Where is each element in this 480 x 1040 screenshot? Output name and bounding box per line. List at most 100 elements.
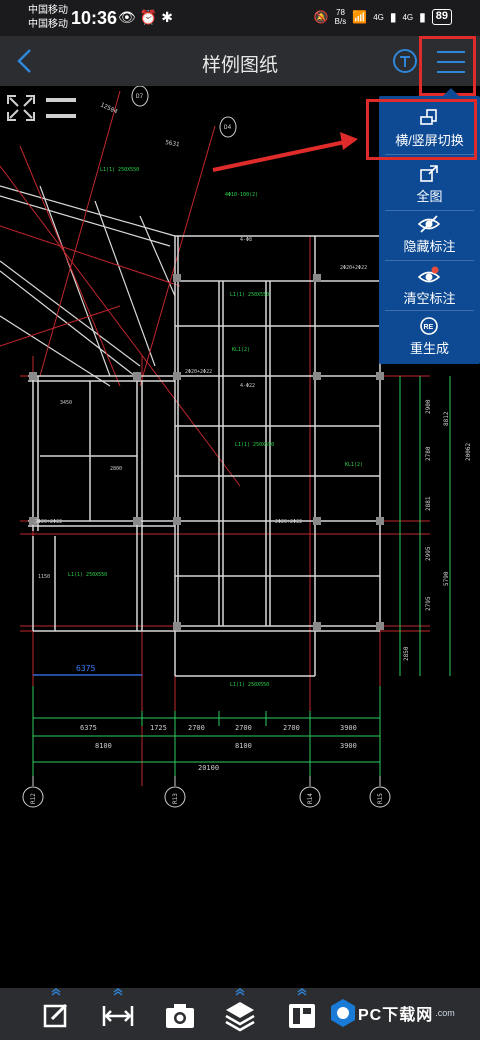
layout-button[interactable] <box>284 988 320 1034</box>
alarm-icon: ⏰ <box>139 9 158 25</box>
rebar-2: 4-Φ22 <box>240 383 255 389</box>
top-axis-bubbles <box>131 86 237 138</box>
axis-r14: R14 <box>307 793 314 804</box>
right-dimension-labels: 2900 2780 2881 2995 2795 2850 8812 20062… <box>403 399 472 661</box>
dim-row1-4: 2700 <box>235 724 252 732</box>
top-dim-1: 12504 <box>99 101 119 115</box>
chevron-up-icon <box>51 988 61 996</box>
status-icons-left: 👁 ⏰ ✱ <box>118 9 173 26</box>
dim-2800: 2800 <box>110 466 122 472</box>
axis-r13: R13 <box>172 793 179 804</box>
dim-right-6: 2850 <box>403 646 410 661</box>
dim-row2-1: 8100 <box>95 742 112 750</box>
red-arrow-annotation <box>212 132 358 172</box>
annot-5: KL1(2) <box>345 462 363 468</box>
signal-2-icon: ▮ <box>419 10 426 24</box>
highlight-box <box>366 99 477 160</box>
menu-item-hide-annotations[interactable]: 隐藏标注 <box>379 208 480 260</box>
layers-icon <box>225 1002 255 1032</box>
carrier-2: 中国移动 <box>28 19 68 30</box>
beam-annotations: 4Φ10-100(2) L1(1) 250X550 KL1(2) L1(1) 2… <box>68 167 363 688</box>
dim-total: 20100 <box>198 764 219 772</box>
annot-1: 4Φ10-100(2) <box>225 192 258 198</box>
annot-2: L1(1) 250X550 <box>230 292 269 298</box>
signal-2-label: 4G <box>402 12 414 22</box>
menu-item-clear-annotations[interactable]: 清空标注 <box>379 260 480 312</box>
rebar-labels: 4-Φ8 4-Φ22 2Φ20+2Φ22 2Φ20+2Φ22 2Φ20+2Φ22… <box>35 237 367 580</box>
clock: 10:36 <box>71 8 118 28</box>
axis-d7: D7 <box>136 93 144 100</box>
menu-item-full-view-label: 全图 <box>416 189 443 204</box>
structural-walls <box>28 235 381 677</box>
annot-6: L1(1) 250X550 <box>68 572 107 578</box>
dim-3450: 3450 <box>60 400 72 406</box>
annot-7: L1(1) 250X550 <box>230 682 269 688</box>
dim-row1-1: 6375 <box>80 724 97 732</box>
annot-3: KL1(2) <box>232 347 250 353</box>
menu-item-regenerate-label: 重生成 <box>409 341 449 356</box>
rebar-6: 2Φ20+2Φ22 <box>340 265 367 271</box>
battery-indicator: 89 <box>431 9 452 25</box>
menu-icon <box>437 51 465 53</box>
clear-eye-icon <box>418 266 440 283</box>
dim-right-outer-1: 8812 <box>443 411 450 426</box>
signal-1-label: 4G <box>373 12 384 22</box>
menu-item-hide-annotations-label: 隐藏标注 <box>403 239 456 254</box>
menu-icon-bar-3 <box>437 71 465 73</box>
rebar-1: 4-Φ8 <box>240 237 252 243</box>
dim-row1-2: 1725 <box>150 724 167 732</box>
dim-1150: 1150 <box>38 574 50 580</box>
zoom-fit-icon[interactable] <box>7 95 35 121</box>
top-dim-2: 5631 <box>165 139 181 148</box>
dim-row2-3: 3900 <box>340 742 357 750</box>
scale-bar-2 <box>46 114 76 118</box>
status-bar: 中国移动 中国移动 10:36 👁 ⏰ ✱ 🔕 78 B/s 📶 4G ▮ 4G… <box>0 0 480 36</box>
edit-button[interactable] <box>38 988 74 1034</box>
svg-text:RE: RE <box>424 324 434 331</box>
eye-icon: 👁 <box>118 9 136 25</box>
chevron-up-icon <box>113 988 123 996</box>
watermark-logo-icon <box>331 999 355 1027</box>
bluetooth-icon: ✱ <box>161 9 173 25</box>
text-tool-icon[interactable] <box>392 48 418 74</box>
top-dims: 12504 5631 <box>99 101 180 148</box>
scale-bar <box>46 98 76 102</box>
rebar-3: 2Φ20+2Φ22 <box>185 369 212 375</box>
hide-eye-icon <box>418 215 440 233</box>
watermark-text: PC下载网 <box>358 1007 434 1024</box>
dim-right-5: 2795 <box>425 596 432 611</box>
dim-row2-2: 8100 <box>235 742 252 750</box>
rebar-5: 2Φ20+2Φ22 <box>35 519 62 525</box>
signal-1-icon: ▮ <box>389 10 397 24</box>
camera-button[interactable] <box>162 998 198 1034</box>
watermark: PC下载网 .com <box>330 998 455 1028</box>
wifi-icon: 📶 <box>352 10 368 24</box>
chevron-up-icon <box>297 988 307 996</box>
measure-icon <box>102 1006 134 1026</box>
annot-4: L1(1) 250X550 <box>235 442 274 448</box>
dimension-labels: 6375 1725 2700 2700 2700 3900 8100 8100 … <box>80 724 357 772</box>
menu-item-regenerate[interactable]: RE 重生成 <box>379 310 480 362</box>
menu-item-full-view[interactable]: 全图 <box>379 158 480 210</box>
axis-d4: D4 <box>224 124 232 131</box>
layout-icon <box>289 1004 315 1028</box>
menu-item-clear-annotations-label: 清空标注 <box>403 291 456 306</box>
net-speed: 78 B/s <box>335 8 347 26</box>
edit-icon <box>43 1003 68 1028</box>
full-view-icon <box>420 165 438 182</box>
dim-right-3: 2881 <box>425 496 432 511</box>
axis-bubbles <box>22 776 391 808</box>
carrier-1: 中国移动 <box>28 5 68 16</box>
annot-8: L1(1) 250X550 <box>100 167 139 173</box>
layers-button[interactable] <box>222 988 258 1034</box>
blue-dim-label: 6375 <box>76 664 95 673</box>
dim-row1-6: 3900 <box>340 724 357 732</box>
dim-right-4: 2995 <box>425 546 432 561</box>
status-icons-right: 🔕 78 B/s 📶 4G ▮ 4G ▮ 89 <box>314 8 452 26</box>
dim-right-1: 2900 <box>425 399 432 414</box>
dim-row1-5: 2700 <box>283 724 300 732</box>
net-speed-unit: B/s <box>334 17 347 26</box>
axis-r12: R12 <box>30 793 37 804</box>
measure-button[interactable] <box>100 988 136 1034</box>
net-speed-value: 78 <box>336 8 345 17</box>
